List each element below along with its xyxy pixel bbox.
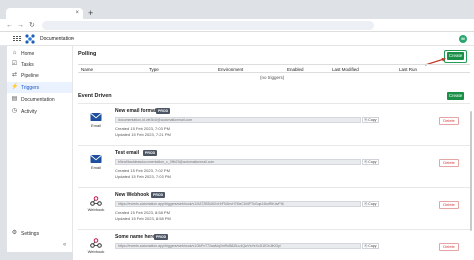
home-icon: ⌂ [12,50,17,56]
sidebar-item-pipeline[interactable]: ⇄ Pipeline [7,70,72,81]
trigger-address-field[interactable]: b5ea9baddeasdocumentation_c_0ffb23@autom… [115,159,361,165]
copy-button[interactable]: ⎘ Copy [362,243,379,249]
polling-title: Polling [78,51,97,57]
webhook-icon [90,196,102,206]
event-driven-title: Event Driven [78,93,112,99]
trigger-name: Test email [115,150,140,156]
column-header[interactable]: Name [81,67,93,72]
app-header: Documentation ⌄ M [0,32,474,46]
close-tab-icon[interactable]: × [75,10,79,17]
lightning-icon: ⚡ [11,84,19,90]
sidebar-item-triggers[interactable]: ⚡ Triggers [7,82,72,93]
sidebar-item-label: Triggers [21,85,40,91]
tasks-icon: ☑ [11,61,18,67]
back-icon[interactable]: ← [6,21,13,30]
created-timestamp: Created 15 Feb 2023, 7:02 PM [115,168,170,173]
address-bar[interactable] [42,21,374,30]
trigger-address-field[interactable]: https://events.automation.app/triggers/w… [115,201,361,207]
email-icon [90,113,102,121]
trigger-address-field[interactable]: documentation-id.cfe3b1f@automationmail.… [115,117,361,123]
trigger-card: Email Test email PROD b5ea9baddeasdocume… [78,145,470,186]
sidebar-item-home[interactable]: ⌂ Home [7,48,72,59]
clock-icon: ◷ [11,108,18,114]
trigger-type-label: Webhook [87,249,105,254]
main-content: Polling Create Name Type Environment Ena… [73,46,474,260]
polling-table-header: Name Type Environment Enabled Last Modif… [78,64,470,73]
created-timestamp: Created 15 Feb 2023, 8:58 PM [115,210,170,215]
trigger-address-field[interactable]: https://events.automation.app/triggers/w… [115,243,361,249]
env-badge: PROD [156,108,171,114]
browser-tab-bar: × + [0,0,474,19]
document-icon: ▤ [11,96,18,102]
sidebar-item-label: Documentation [21,97,55,103]
delete-button[interactable]: Delete [439,159,459,167]
sidebar-item-label: Activity [21,109,37,115]
sidebar-item-label: Settings [21,231,40,237]
trigger-type-label: Email [90,123,101,128]
created-timestamp: Created 15 Feb 2023, 7:03 PM [115,126,170,131]
workspace-selector[interactable]: Documentation [40,36,74,42]
copy-button[interactable]: ⎘ Copy [362,117,379,123]
sidebar-item-documentation[interactable]: ▤ Documentation [7,94,72,105]
polling-create-button[interactable]: Create [447,52,464,60]
column-header[interactable]: Type [149,67,159,72]
copy-button[interactable]: ⎘ Copy [362,159,379,165]
updated-timestamp: Updated 15 Feb 2023, 7:21 PM [115,132,171,137]
copy-label: Copy [368,160,377,164]
copy-label: Copy [368,202,377,206]
pipeline-icon: ⇄ [11,72,18,78]
sidebar-item-label: Pipeline [21,73,39,79]
copy-button[interactable]: ⎘ Copy [362,201,379,207]
sidebar-item-label: Tasks [21,62,34,68]
env-badge: PROD [151,192,166,198]
column-header[interactable]: Last Run [399,67,417,72]
vertical-scrollbar[interactable] [470,111,472,231]
trigger-card: Webhook New Webhook PROD https://events.… [78,187,470,228]
webhook-icon [90,238,102,248]
column-header[interactable]: Enabled [287,67,304,72]
updated-timestamp: Updated 15 Feb 2023, 7:03 PM [115,174,171,179]
copy-label: Copy [368,244,377,248]
updated-timestamp: Updated 15 Feb 2023, 8:58 PM [115,216,171,221]
delete-button[interactable]: Delete [439,243,459,251]
delete-button[interactable]: Delete [439,117,459,125]
forward-icon[interactable]: → [17,21,24,30]
gear-icon: ⚙ [11,230,18,236]
sidebar-item-label: Home [21,51,35,57]
env-badge: PROD [143,150,158,156]
new-tab-icon[interactable]: + [88,8,93,18]
delete-button[interactable]: Delete [439,201,459,209]
trigger-name: New Webhook [115,192,150,198]
email-icon [90,155,102,163]
empty-state-text: (no triggers) [260,75,285,80]
trigger-name: Some name here [115,234,156,240]
reload-icon[interactable]: ↻ [29,21,35,30]
app-logo-icon [25,34,35,44]
browser-tab[interactable]: × [6,8,83,19]
sidebar-item-tasks[interactable]: ☑ Tasks [7,59,72,70]
sidebar: ⌂ Home ☑ Tasks ⇄ Pipeline ⚡ Triggers ▤ D… [7,46,73,252]
copy-label: Copy [368,118,377,122]
sidebar-item-settings[interactable]: ⚙ Settings [7,228,72,239]
trigger-name: New email format [115,108,157,114]
avatar[interactable]: M [459,35,467,43]
trigger-card: Webhook Some name here PROD https://even… [78,229,470,260]
trigger-type-label: Email [90,165,101,170]
chevron-down-icon[interactable]: ⌄ [71,35,75,41]
trigger-card: Email New email format PROD documentatio… [78,103,470,144]
env-badge: PROD [154,234,169,240]
column-header[interactable]: Last Modified [332,67,359,72]
event-create-button[interactable]: Create [447,92,464,100]
browser-toolbar: ← → ↻ [0,19,474,32]
collapse-sidebar-icon[interactable]: « [63,242,66,248]
sidebar-item-activity[interactable]: ◷ Activity [7,106,72,117]
trigger-type-label: Webhook [87,207,105,212]
menu-grid-icon[interactable] [13,36,21,42]
column-header[interactable]: Environment [218,67,243,72]
